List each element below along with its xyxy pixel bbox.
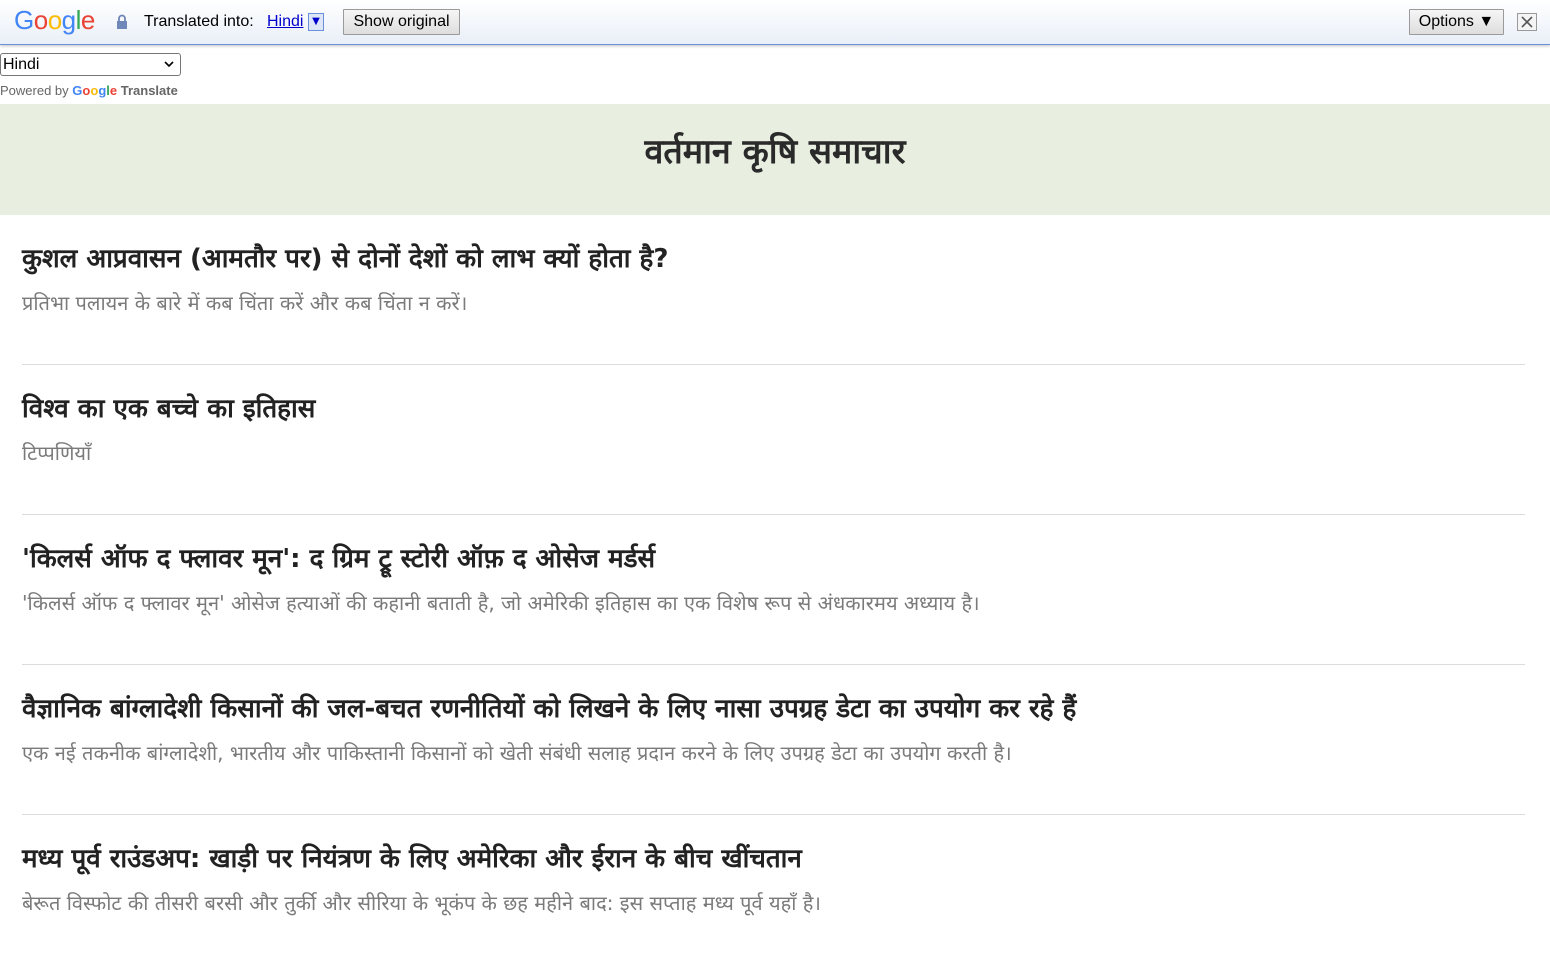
language-dropdown-icon[interactable]: ▼ [308, 13, 324, 31]
options-button[interactable]: Options ▼ [1409, 9, 1504, 35]
show-original-button[interactable]: Show original [343, 9, 460, 35]
article-title[interactable]: विश्व का एक बच्चे का इतिहास [22, 391, 315, 427]
article-item: विश्व का एक बच्चे का इतिहास टिप्पणियाँ [22, 365, 1525, 515]
article-summary: एक नई तकनीक बांग्लादेशी, भारतीय और पाकिस… [22, 741, 1012, 765]
logo-letter: o [47, 5, 62, 35]
google-wordmark: Google [72, 83, 117, 98]
article-title[interactable]: 'किलर्स ऑफ द फ्लावर मून': द ग्रिम ट्रू स… [22, 541, 655, 577]
article-summary: बेरूत विस्फोट की तीसरी बरसी और तुर्की और… [22, 891, 821, 915]
logo-letter: e [80, 5, 95, 35]
chevron-down-icon [164, 61, 174, 68]
article-title[interactable]: वैज्ञानिक बांग्लादेशी किसानों की जल-बचत … [22, 691, 1076, 727]
article-item: 'किलर्स ऑफ द फ्लावर मून': द ग्रिम ट्रू स… [22, 515, 1525, 665]
page-header: वर्तमान कृषि समाचार [0, 104, 1550, 215]
language-select[interactable]: Hindi [0, 53, 181, 76]
target-language-link[interactable]: Hindi [267, 13, 303, 31]
article-title[interactable]: मध्य पूर्व राउंडअप: खाड़ी पर नियंत्रण के… [22, 841, 802, 877]
lock-icon [117, 14, 127, 29]
article-summary: प्रतिभा पलायन के बारे में कब चिंता करें … [22, 291, 468, 315]
article-item: मध्य पूर्व राउंडअप: खाड़ी पर नियंत्रण के… [22, 815, 1525, 965]
page-title: वर्तमान कृषि समाचार [644, 132, 906, 172]
close-icon[interactable] [1517, 13, 1537, 31]
article-item: कुशल आप्रवासन (आमतौर पर) से दोनों देशों … [22, 215, 1525, 365]
google-translate-bar: Google Translated into: Hindi ▼ Show ori… [0, 0, 1550, 45]
article-list: कुशल आप्रवासन (आमतौर पर) से दोनों देशों … [22, 215, 1525, 965]
logo-letter: o [33, 5, 48, 35]
google-logo: Google [14, 5, 95, 35]
close-x-icon [1521, 16, 1533, 28]
article-summary: 'किलर्स ऑफ द फ्लावर मून' ओसेज हत्याओं की… [22, 591, 980, 615]
powered-by-google-translate: Powered by Google Translate [0, 83, 178, 99]
logo-letter: G [14, 5, 34, 35]
article-title[interactable]: कुशल आप्रवासन (आमतौर पर) से दोनों देशों … [22, 241, 668, 277]
article-item: वैज्ञानिक बांग्लादेशी किसानों की जल-बचत … [22, 665, 1525, 815]
translated-into-label: Translated into: [144, 13, 254, 30]
powered-by-label: Powered by [0, 83, 69, 98]
article-summary: टिप्पणियाँ [22, 441, 92, 465]
logo-letter: G [72, 83, 83, 98]
logo-letter: e [109, 83, 118, 98]
language-select-value: Hindi [3, 56, 40, 73]
logo-letter: g [61, 5, 76, 35]
translate-wordmark[interactable]: Translate [121, 83, 178, 98]
